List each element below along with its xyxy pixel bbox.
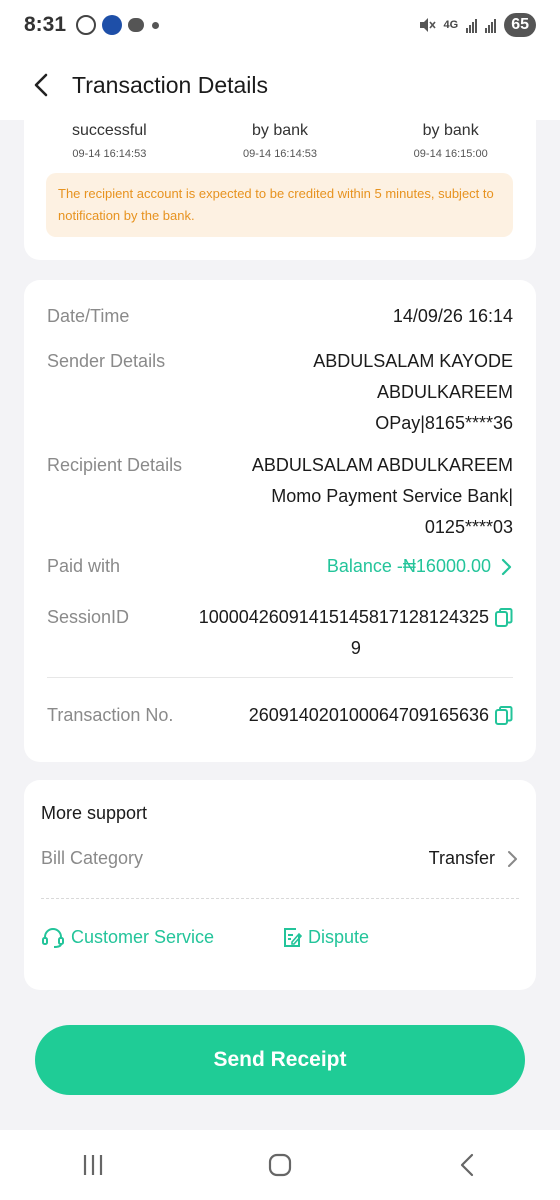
home-icon [268, 1153, 292, 1177]
chevron-left-icon [34, 73, 48, 97]
bill-category-value: Transfer [428, 848, 495, 868]
status-bar: 8:31 4G 65 [0, 0, 560, 50]
step-status: by bank [251, 122, 309, 139]
whatsapp-icon [76, 15, 97, 35]
step-status: successful [71, 122, 147, 139]
sender-value: ABDULSALAM KAYODE ABDULKAREEM OPay|8165*… [313, 346, 513, 439]
status-right: 4G 65 [418, 13, 536, 37]
sender-name-line1: ABDULSALAM KAYODE [313, 351, 513, 371]
session-id-overflow: 9 [350, 638, 361, 658]
details-divider [47, 677, 513, 678]
recipient-name: ABDULSALAM ABDULKAREEM [251, 455, 513, 475]
progress-step: by bank 09-14 16:14:53 [195, 122, 366, 160]
signal-icon-2 [485, 17, 497, 33]
credit-notice: The recipient account is expected to be … [46, 173, 513, 237]
datetime-value: 14/09/26 16:14 [392, 306, 513, 326]
transaction-no-label: Transaction No. [47, 705, 174, 725]
customer-service-button[interactable]: Customer Service [41, 926, 214, 948]
network-type: 4G [443, 19, 459, 31]
chevron-right-icon [501, 558, 512, 575]
recipient-value: ABDULSALAM ABDULKAREEM Momo Payment Serv… [252, 450, 513, 543]
recipient-account: 0125****03 [424, 517, 513, 537]
chat-icon [128, 18, 145, 32]
session-line1: 10000426091415145817128124325 [199, 602, 513, 633]
support-divider [41, 898, 519, 899]
sender-row: Sender Details ABDULSALAM KAYODE ABDULKA… [47, 346, 513, 439]
back-arrow-icon [460, 1153, 473, 1177]
dispute-form-icon [284, 928, 302, 947]
transaction-no-value: 260914020100064709165636 [249, 700, 513, 731]
system-navigation-bar [0, 1130, 560, 1200]
step-status: by bank [422, 122, 479, 139]
paid-with-row[interactable]: Paid with Balance -₦16000.00 [47, 551, 513, 582]
paid-with-label: Paid with [47, 556, 121, 576]
recent-apps-button[interactable] [63, 1140, 123, 1190]
sender-label: Sender Details [47, 351, 166, 371]
sender-account: OPay|8165****36 [375, 413, 513, 433]
step-time: 09-14 16:14:53 [243, 148, 318, 160]
transaction-no-row: Transaction No. 260914020100064709165636 [47, 700, 513, 731]
details-card: Date/Time 14/09/26 16:14 Sender Details … [24, 280, 536, 762]
app-notification-icon [102, 15, 123, 35]
progress-step: successful 09-14 16:14:53 [24, 122, 195, 160]
system-back-button[interactable] [437, 1140, 497, 1190]
session-id-text: 10000426091415145817128124325 [198, 607, 489, 627]
customer-service-label: Customer Service [71, 926, 215, 947]
step-time: 09-14 16:14:53 [72, 148, 147, 160]
datetime-row: Date/Time 14/09/26 16:14 [47, 301, 513, 332]
back-button[interactable] [26, 70, 56, 100]
paid-with-amount: Balance -₦16000.00 [326, 556, 491, 576]
bill-category-row[interactable]: Bill Category Transfer [41, 848, 519, 869]
more-notifications-icon [152, 21, 160, 29]
page-title: Transaction Details [72, 71, 269, 98]
chevron-right-icon [508, 850, 517, 867]
dispute-label: Dispute [308, 926, 370, 947]
progress-step: by bank 09-14 16:15:00 [365, 122, 536, 160]
headset-icon [42, 928, 64, 948]
home-button[interactable] [250, 1140, 310, 1190]
support-card: More support Bill Category Transfer Cust… [24, 780, 536, 990]
recent-apps-icon [84, 1155, 103, 1175]
datetime-label: Date/Time [47, 306, 130, 326]
signal-icon [466, 17, 478, 33]
session-value: 10000426091415145817128124325 9 [199, 602, 513, 664]
bill-category-label: Bill Category [41, 848, 144, 868]
battery-indicator: 65 [504, 13, 536, 37]
copy-icon[interactable] [495, 602, 513, 627]
send-receipt-button[interactable]: Send Receipt [35, 1025, 525, 1095]
session-row: SessionID 10000426091415145817128124325 … [47, 602, 513, 664]
session-label: SessionID [47, 607, 130, 627]
progress-steps: successful 09-14 16:14:53 by bank 09-14 … [24, 122, 536, 160]
recipient-label: Recipient Details [47, 455, 183, 475]
app-header: Transaction Details [0, 50, 560, 120]
step-time: 09-14 16:15:00 [413, 148, 488, 160]
mute-icon [419, 18, 436, 32]
transaction-no-text: 260914020100064709165636 [248, 705, 489, 725]
status-time: 8:31 [24, 13, 67, 36]
recipient-bank: Momo Payment Service Bank| [271, 486, 513, 506]
dispute-button[interactable]: Dispute [282, 926, 369, 948]
support-title: More support [41, 803, 148, 823]
paid-with-value: Balance -₦16000.00 [327, 551, 513, 582]
recipient-row: Recipient Details ABDULSALAM ABDULKAREEM… [47, 450, 513, 543]
copy-icon[interactable] [495, 700, 513, 725]
sender-name-line2: ABDULKAREEM [376, 382, 513, 402]
progress-card: successful 09-14 16:14:53 by bank 09-14 … [24, 100, 536, 260]
